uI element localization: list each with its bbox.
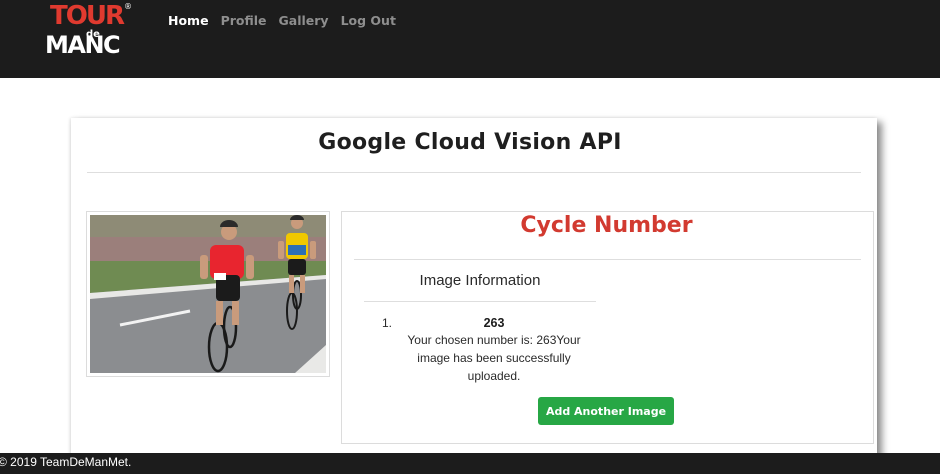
logo-graphic: TOUR de MANC ® — [45, 1, 132, 59]
logo-line1: TOUR — [50, 1, 125, 31]
main-nav: Home Profile Gallery Log Out — [168, 13, 396, 28]
copyright-text: © 2019 TeamDeManMet. — [0, 455, 132, 469]
list-marker: 1. — [382, 316, 393, 330]
add-another-image-button[interactable]: Add Another Image — [538, 397, 674, 425]
image-information-title: Image Information — [419, 272, 541, 289]
title-divider — [87, 172, 861, 173]
page-title: Google Cloud Vision API — [318, 130, 622, 155]
logo-line3: MANC — [45, 31, 120, 59]
footer: © 2019 TeamDeManMet. — [0, 453, 940, 474]
cyclists-photo — [90, 215, 326, 373]
detected-number: 263 — [483, 316, 505, 330]
result-divider — [354, 259, 861, 260]
nav-gallery-link[interactable]: Gallery — [279, 13, 329, 28]
navbar: TOUR de MANC ® Home Profile Gallery Log … — [0, 0, 940, 78]
registered-mark: ® — [124, 2, 132, 11]
nav-logout-link[interactable]: Log Out — [341, 13, 396, 28]
info-divider — [364, 301, 596, 302]
nav-profile-link[interactable]: Profile — [221, 13, 267, 28]
upload-message: Your chosen number is: 263Your image has… — [407, 333, 581, 383]
tour-de-manc-logo[interactable]: TOUR de MANC ® — [40, 0, 140, 60]
nav-home-link[interactable]: Home — [168, 13, 209, 28]
uploaded-image-frame — [86, 211, 330, 377]
cycle-number-heading: Cycle Number — [520, 213, 693, 238]
